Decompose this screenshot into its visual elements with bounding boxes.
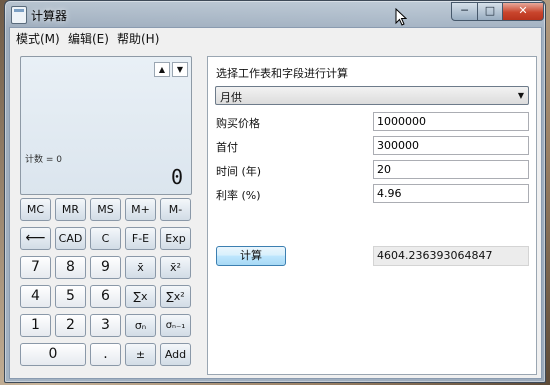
mouse-cursor-icon [395,8,407,26]
display-value: 0 [170,165,183,189]
key-fe[interactable]: F-E [125,227,156,250]
key-ms[interactable]: MS [90,198,121,221]
key-population-stdev[interactable]: σₙ [125,314,156,337]
purchase-price-label: 购买价格 [216,117,260,130]
down-payment-input[interactable] [373,136,529,155]
key-m-minus[interactable]: M- [160,198,191,221]
key-8[interactable]: 8 [55,256,86,279]
key-add[interactable]: Add [160,343,191,366]
term-years-label: 时间 (年) [216,165,262,178]
worksheet-panel: 选择工作表和字段进行计算 月供 ▼ 购买价格 首付 时间 (年) 利率 (%) … [207,56,537,375]
purchase-price-input[interactable] [373,112,529,131]
watermark-domain: .com [498,354,523,365]
scroll-down-button[interactable]: ▼ [172,62,188,77]
key-sample-stdev[interactable]: σₙ₋₁ [160,314,191,337]
maximize-button[interactable]: □ [477,2,503,21]
key-3[interactable]: 3 [90,314,121,337]
key-sum-squares[interactable]: ∑x² [160,285,191,308]
menu-help[interactable]: 帮助(H) [117,30,159,47]
count-label: 计数 = 0 [25,155,62,165]
minimize-button[interactable]: ─ [451,2,478,21]
key-0[interactable]: 0 [20,343,86,366]
window-title: 计算器 [31,9,68,23]
menu-mode[interactable]: 模式(M) [16,30,60,47]
key-9[interactable]: 9 [90,256,121,279]
chevron-down-icon: ▼ [517,91,524,100]
calculate-button[interactable]: 计算 [216,246,286,266]
key-4[interactable]: 4 [20,285,51,308]
key-5[interactable]: 5 [55,285,86,308]
key-mc[interactable]: MC [20,198,51,221]
key-negate[interactable]: ± [125,343,156,366]
key-6[interactable]: 6 [90,285,121,308]
key-decimal[interactable]: . [90,343,121,366]
result-value: 4604.236393064847 [373,246,529,266]
calculator-app-icon [11,6,27,24]
interest-rate-label: 利率 (%) [216,189,261,202]
scroll-up-button[interactable]: ▲ [154,62,170,77]
key-mr[interactable]: MR [55,198,86,221]
term-years-input[interactable] [373,160,529,179]
worksheet-select[interactable]: 月供 ▼ [215,86,529,105]
key-7[interactable]: 7 [20,256,51,279]
key-clear[interactable]: C [90,227,121,250]
key-cad[interactable]: CAD [55,227,86,250]
watermark-logo: IT168 [388,334,478,365]
interest-rate-input[interactable] [373,184,529,203]
key-exp[interactable]: Exp [160,227,191,250]
calculator-window: 计算器 ─ □ ✕ 模式(M) 编辑(E) 帮助(H) ▲ ▼ 计数 = 0 0… [4,0,546,383]
display: ▲ ▼ 计数 = 0 0 [20,56,192,195]
key-1[interactable]: 1 [20,314,51,337]
key-backspace[interactable]: ⟵ [20,227,51,250]
menu-edit[interactable]: 编辑(E) [68,30,109,47]
close-button[interactable]: ✕ [502,2,544,21]
key-2[interactable]: 2 [55,314,86,337]
down-payment-label: 首付 [216,141,238,154]
worksheet-title: 选择工作表和字段进行计算 [216,67,348,80]
worksheet-select-value: 月供 [220,91,242,104]
menu-bar: 模式(M) 编辑(E) 帮助(H) [10,28,541,47]
key-m-plus[interactable]: M+ [125,198,156,221]
keypad: MC MR MS M+ M- ⟵ CAD C F-E Exp 7 8 9 x̄ … [20,198,192,376]
key-mean-squares[interactable]: x̄² [160,256,191,279]
client-area: 模式(M) 编辑(E) 帮助(H) ▲ ▼ 计数 = 0 0 MC MR MS … [9,27,542,379]
key-mean[interactable]: x̄ [125,256,156,279]
key-sum[interactable]: ∑x [125,285,156,308]
title-bar[interactable]: 计算器 ─ □ ✕ [5,1,545,27]
